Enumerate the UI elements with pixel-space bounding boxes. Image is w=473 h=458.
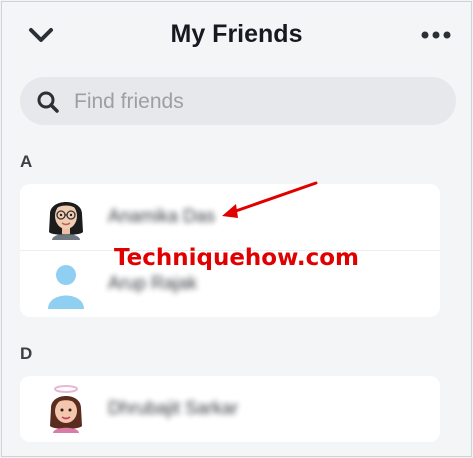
more-horizontal-icon bbox=[421, 31, 451, 39]
friend-name: Anamika Das bbox=[108, 206, 216, 226]
friend-name: Arup Rajak bbox=[108, 273, 198, 293]
page-title: My Friends bbox=[170, 20, 303, 48]
friends-screen: My Friends A bbox=[1, 1, 472, 457]
section-letter-a: A bbox=[20, 152, 33, 171]
search-bar[interactable] bbox=[20, 77, 456, 125]
search-icon bbox=[37, 91, 59, 113]
friend-name: Dhrubajit Sarkar bbox=[108, 398, 239, 418]
search-input[interactable] bbox=[72, 85, 436, 119]
friends-group-d: Dhrubajit Sarkar bbox=[20, 376, 440, 442]
header: My Friends bbox=[2, 2, 471, 70]
annotation-arrow bbox=[222, 181, 318, 218]
watermark-text: Techniquehow.com bbox=[114, 245, 360, 271]
bitmoji-avatar-halo bbox=[50, 385, 82, 433]
default-person-avatar bbox=[48, 265, 84, 309]
list-item[interactable]: Dhrubajit Sarkar bbox=[20, 376, 440, 442]
section-letter-d: D bbox=[20, 344, 33, 363]
bitmoji-avatar-glasses bbox=[49, 202, 83, 240]
more-options-button[interactable] bbox=[416, 24, 456, 46]
